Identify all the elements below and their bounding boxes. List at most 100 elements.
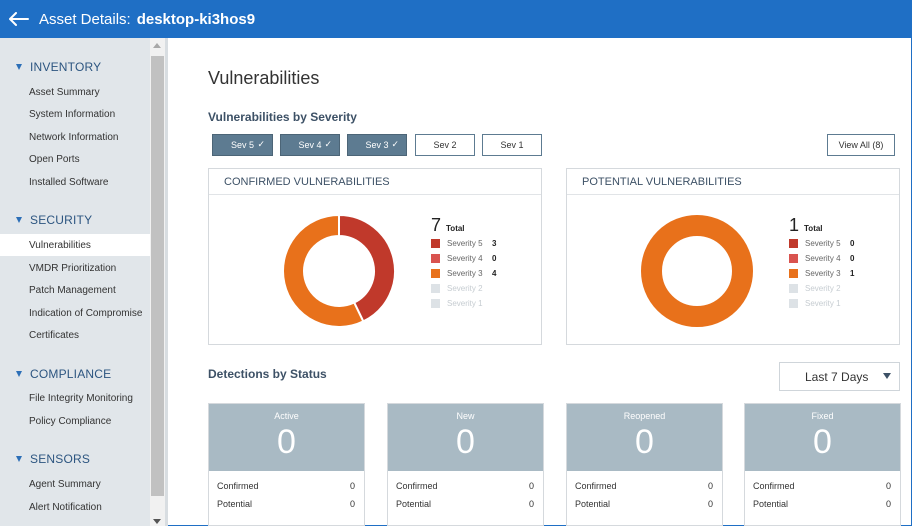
legend-label: Severity 1: [447, 299, 483, 308]
status-label: Reopened: [623, 411, 666, 421]
sidebar-item-certificates[interactable]: Certificates: [0, 324, 150, 346]
back-button[interactable]: [2, 0, 36, 38]
sidebar-item-installed-software[interactable]: Installed Software: [0, 171, 150, 193]
sidebar-section-inventory[interactable]: INVENTORY: [16, 60, 101, 74]
legend-label: Severity 5: [447, 239, 483, 248]
row-label: Confirmed: [396, 481, 438, 491]
status-count: 0: [813, 423, 832, 461]
sidebar-item-vmdr-prioritization[interactable]: VMDR Prioritization: [0, 257, 150, 279]
potential-row: Potential 0: [745, 495, 900, 513]
sidebar-scrollbar[interactable]: [150, 38, 165, 526]
button-label: Sev 4: [298, 140, 322, 150]
status-card-fixed[interactable]: Fixed 0 Confirmed 0 Potential 0: [744, 403, 901, 526]
legend-swatch: [431, 269, 440, 278]
status-card-new[interactable]: New 0 Confirmed 0 Potential 0: [387, 403, 544, 526]
view-all-button[interactable]: View All (8): [827, 134, 895, 156]
sidebar-item-alert-notification[interactable]: Alert Notification: [0, 496, 150, 518]
main-content: Vulnerabilities Vulnerabilities by Sever…: [168, 38, 911, 526]
status-card-active[interactable]: Active 0 Confirmed 0 Potential 0: [208, 403, 365, 526]
date-range-dropdown[interactable]: Last 7 Days: [779, 362, 900, 391]
sidebar-item-system-information[interactable]: System Information: [0, 103, 150, 125]
confirmed-row: Confirmed 0: [209, 477, 364, 495]
legend-count: 0: [850, 254, 855, 263]
legend-row[interactable]: Severity 2: [789, 281, 854, 296]
row-value: 0: [885, 481, 891, 491]
legend-row[interactable]: Severity 1: [431, 296, 496, 311]
row-label: Potential: [396, 499, 432, 509]
row-value: 0: [707, 499, 713, 509]
header-title: Asset Details:: [39, 10, 131, 28]
sev5-filter-button[interactable]: Sev 5 ✓: [212, 134, 273, 156]
sev1-filter-button[interactable]: Sev 1: [482, 134, 542, 156]
sidebar-item-patch-management[interactable]: Patch Management: [0, 279, 150, 301]
sidebar-item-file-integrity-monitoring[interactable]: File Integrity Monitoring: [0, 387, 150, 409]
sidebar-item-indication-of-compromise[interactable]: Indication of Compromise: [0, 302, 150, 324]
potential-row: Potential 0: [388, 495, 543, 513]
sidebar-section-security[interactable]: SECURITY: [16, 213, 92, 227]
legend-row[interactable]: Severity 1: [789, 296, 854, 311]
total-label: Total: [446, 224, 465, 233]
legend-swatch: [789, 284, 798, 293]
header-bar: Asset Details: desktop-ki3hos9: [0, 0, 912, 38]
donut-slice[interactable]: [641, 215, 753, 327]
card-title: POTENTIAL VULNERABILITIES: [567, 169, 899, 195]
sev4-filter-button[interactable]: Sev 4 ✓: [280, 134, 340, 156]
status-label: Fixed: [811, 411, 834, 421]
row-label: Potential: [217, 499, 253, 509]
section-title: SECURITY: [30, 213, 93, 227]
scroll-up-arrow-icon[interactable]: [153, 43, 161, 48]
legend-row[interactable]: Severity 5 3: [431, 236, 496, 251]
legend-count: 1: [850, 269, 855, 278]
sidebar-item-network-information[interactable]: Network Information: [0, 126, 150, 148]
collapse-triangle-icon: [16, 456, 22, 462]
legend-row[interactable]: Severity 3 1: [789, 266, 854, 281]
legend-row[interactable]: Severity 4 0: [789, 251, 854, 266]
detections-by-status-heading: Detections by Status: [208, 367, 327, 381]
legend-label: Severity 2: [447, 284, 483, 293]
scrollbar-thumb[interactable]: [151, 56, 164, 496]
confirmed-row: Confirmed 0: [388, 477, 543, 495]
check-icon: ✓: [324, 139, 332, 149]
sidebar-section-compliance[interactable]: COMPLIANCE: [16, 367, 111, 381]
card-title: CONFIRMED VULNERABILITIES: [209, 169, 541, 195]
confirmed-row: Confirmed 0: [567, 477, 722, 495]
potential-row: Potential 0: [567, 495, 722, 513]
sidebar-item-open-ports[interactable]: Open Ports: [0, 148, 150, 170]
legend-count: 0: [492, 254, 497, 263]
legend-label: Severity 3: [447, 269, 483, 278]
status-card-reopened[interactable]: Reopened 0 Confirmed 0 Potential 0: [566, 403, 723, 526]
scroll-down-arrow-icon[interactable]: [153, 519, 161, 524]
legend-swatch: [431, 299, 440, 308]
status-count: 0: [456, 423, 475, 461]
legend-row[interactable]: Severity 4 0: [431, 251, 496, 266]
row-value: 0: [528, 481, 534, 491]
legend-row[interactable]: Severity 3 4: [431, 266, 496, 281]
status-count: 0: [635, 423, 654, 461]
button-label: Sev 5: [230, 140, 254, 150]
sev3-filter-button[interactable]: Sev 3 ✓: [347, 134, 407, 156]
confirmed-total: 7 Total: [431, 215, 496, 236]
vulnerabilities-by-severity-heading: Vulnerabilities by Severity: [208, 110, 357, 124]
dropdown-caret-icon: [883, 373, 891, 379]
collapse-triangle-icon: [16, 371, 22, 377]
legend-swatch: [789, 254, 798, 263]
legend-swatch: [789, 269, 798, 278]
sidebar-item-vulnerabilities[interactable]: Vulnerabilities: [0, 234, 150, 256]
potential-legend: 1 Total Severity 5 0 Severity 4 0 Severity 3 1…: [789, 215, 854, 311]
sidebar-item-asset-summary[interactable]: Asset Summary: [0, 81, 150, 103]
sidebar-item-policy-compliance[interactable]: Policy Compliance: [0, 410, 150, 432]
row-value: 0: [528, 499, 534, 509]
sidebar-item-agent-summary[interactable]: Agent Summary: [0, 473, 150, 495]
row-value: 0: [349, 481, 355, 491]
asset-hostname: desktop-ki3hos9: [136, 10, 256, 28]
sev2-filter-button[interactable]: Sev 2: [415, 134, 475, 156]
legend-swatch: [431, 254, 440, 263]
sidebar-section-sensors[interactable]: SENSORS: [16, 452, 90, 466]
legend-row[interactable]: Severity 2: [431, 281, 496, 296]
confirmed-legend: 7 Total Severity 5 3 Severity 4 0 Severity 3 4…: [431, 215, 496, 311]
legend-swatch: [789, 299, 798, 308]
potential-donut-chart: [641, 215, 753, 327]
legend-row[interactable]: Severity 5 0: [789, 236, 854, 251]
legend-label: Severity 2: [805, 284, 841, 293]
status-card-header: New 0: [388, 404, 543, 471]
